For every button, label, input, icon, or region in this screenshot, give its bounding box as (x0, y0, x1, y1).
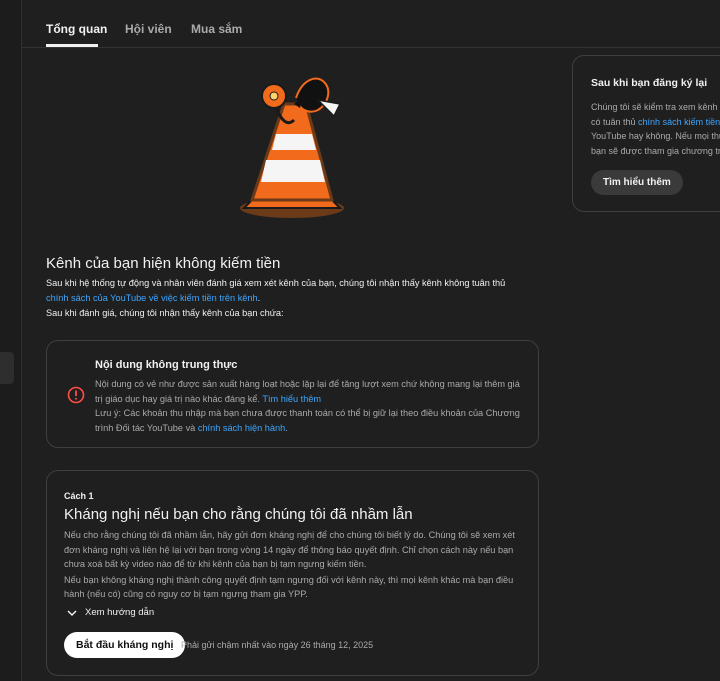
reapply-line-1: Chúng tôi sẽ kiểm tra xem kênh (591, 102, 718, 112)
violation-note: Lưu ý: Các khoản thu nhập mà bạn chưa đư… (95, 408, 520, 433)
tab-bar: Tổng quan Hội viên Mua sắm (22, 0, 720, 48)
status-line-2: Sau khi đánh giá, chúng tôi nhận thấy kê… (46, 308, 284, 318)
view-guide-label: Xem hướng dẫn (85, 607, 155, 618)
tab-shopping[interactable]: Mua sắm (191, 22, 242, 36)
violation-card: Nội dung không trung thực Nội dung có vẻ… (46, 340, 539, 448)
reapply-line-2-text: có tuân thủ (591, 116, 639, 127)
left-nav-strip (0, 0, 22, 681)
learn-more-button[interactable]: Tìm hiểu thêm (591, 170, 683, 195)
violation-learn-more-link[interactable]: Tìm hiểu thêm (262, 394, 321, 404)
monetization-policy-side-link[interactable]: chính sách kiếm tiền (638, 117, 720, 127)
appeal-title: Kháng nghị nếu bạn cho rằng chúng tôi đã… (64, 506, 413, 523)
error-circle-icon (67, 386, 85, 404)
reapply-card-body: Chúng tôi sẽ kiểm tra xem kênh có tuân t… (591, 100, 720, 158)
reapply-line-3: YouTube hay không. Nếu mọi thứ (591, 131, 720, 141)
monetization-status-description: Sau khi hệ thống tự động và nhân viên đá… (46, 276, 516, 321)
appeal-paragraph-2: Nếu bạn không kháng nghị thành công quyế… (64, 574, 514, 600)
appeal-card: Cách 1 Kháng nghị nếu bạn cho rằng chúng… (46, 470, 539, 676)
tab-active-underline (46, 44, 98, 47)
appeal-deadline: Phải gửi chậm nhất vào ngày 26 tháng 12,… (181, 640, 374, 650)
violation-note-end: . (285, 422, 288, 433)
reapply-card-title: Sau khi bạn đăng ký lại (591, 77, 708, 89)
reapply-line-4: bạn sẽ được tham gia chương trình (591, 145, 720, 156)
status-line-1-end: . (257, 293, 261, 303)
left-nav-active-marker (0, 352, 14, 384)
chevron-down-icon (67, 609, 77, 616)
violation-title: Nội dung không trung thực (95, 359, 238, 371)
monetization-policy-link[interactable]: chính sách của YouTube về việc kiếm tiền… (46, 293, 258, 303)
reapply-info-card: Sau khi bạn đăng ký lại Chúng tôi sẽ kiể… (572, 55, 720, 212)
appeal-paragraph-1: Nếu cho rằng chúng tôi đã nhầm lẫn, hãy … (64, 530, 515, 569)
step-label: Cách 1 (64, 491, 94, 501)
monetization-status-title: Kênh của bạn hiện không kiếm tiền (46, 255, 281, 272)
appeal-body: Nếu cho rằng chúng tôi đã nhầm lẫn, hãy … (64, 528, 526, 602)
start-appeal-button[interactable]: Bắt đầu kháng nghị (64, 632, 186, 658)
tab-memberships[interactable]: Hội viên (125, 22, 172, 36)
current-policy-link[interactable]: chính sách hiện hành (198, 423, 285, 433)
reapply-line-2: có tuân thủ chính sách kiếm tiền (591, 115, 720, 130)
view-guide-toggle[interactable]: Xem hướng dẫn (67, 607, 154, 618)
violation-body: Nội dung có vẻ như được sản xuất hàng lo… (95, 377, 525, 435)
tab-overview[interactable]: Tổng quan (46, 22, 107, 36)
status-line-1: Sau khi hệ thống tự động và nhân viên đá… (46, 278, 506, 288)
traffic-cone-illustration (240, 77, 344, 218)
